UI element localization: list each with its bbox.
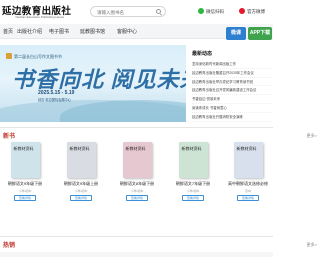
- book-card[interactable]: 新教材资料 朝鲜语文9年级下册 小学/初中 查看详情: [3, 142, 47, 201]
- news-item[interactable]: 书香延边 悦读未来: [192, 95, 271, 104]
- book-cover-title: 新教材资料: [181, 146, 202, 151]
- book-category: 小学/初中: [74, 189, 88, 193]
- app-download-button[interactable]: APP下载: [248, 27, 272, 40]
- book-card[interactable]: 新教材资料 朝鲜语文7年级下册 小学/初中 查看详情: [171, 142, 215, 201]
- banner-location: 延吉·延边国际会展中心: [38, 98, 71, 102]
- news-title: 最新动态: [192, 51, 213, 57]
- publisher-logo-subtitle: Yanbian Education Publishing House: [15, 15, 65, 19]
- search-icon[interactable]: [156, 9, 161, 14]
- nav-item-service[interactable]: 客服中心: [117, 28, 137, 35]
- book-cover[interactable]: 新教材资料: [233, 142, 263, 178]
- nav-item-about[interactable]: 出版社介绍: [17, 28, 42, 35]
- news-panel: 最新动态 坚持深化新时代新闻出版工作 延边教育出版社隆重召开2025年工作会议 …: [192, 50, 271, 122]
- book-card[interactable]: 新教材资料 高中朝鲜语文选修必修 高中 查看详情: [226, 142, 270, 201]
- book-title[interactable]: 朝鲜语文9年级下册: [3, 181, 47, 187]
- book-category: 小学/初中: [186, 189, 200, 193]
- section-title-new: 新书: [3, 134, 16, 140]
- bottom-strip: [0, 252, 273, 257]
- news-item[interactable]: 延边教育出版社隆重召开2025年工作会议: [192, 69, 271, 78]
- section-more-new[interactable]: 更多>: [307, 133, 317, 139]
- search-input[interactable]: [97, 8, 155, 16]
- hero-banner[interactable]: 第二届长白山写作文图书节 书香向北 阅见未来 2025.5.15 - 5.19 …: [0, 45, 186, 122]
- book-card[interactable]: 新教材资料 朝鲜语文8年级下册 小学/初中 查看详情: [115, 142, 159, 201]
- weibo-icon[interactable]: [239, 8, 245, 14]
- nav-item-ebooks[interactable]: 电子图书: [49, 28, 69, 35]
- book-cover-title: 新教材资料: [125, 146, 146, 151]
- book-cover-title: 新教材资料: [13, 146, 34, 151]
- news-item[interactable]: 延边教育出版社召开党风廉政建设工作会议: [192, 86, 271, 96]
- book-detail-button[interactable]: 查看详情: [70, 195, 92, 201]
- top-header: 延边教育出版社 Yanbian Education Publishing Hou…: [0, 0, 273, 24]
- book-title[interactable]: 高中朝鲜语文选修必修: [226, 181, 270, 187]
- nav-item-library[interactable]: 延教图书馆: [80, 28, 105, 35]
- wechat-icon[interactable]: [198, 8, 204, 14]
- book-title[interactable]: 朝鲜语文8年级下册: [115, 181, 159, 187]
- book-cover[interactable]: 新教材资料: [10, 142, 40, 178]
- book-cover[interactable]: 新教材资料: [122, 142, 152, 178]
- news-item[interactable]: 阅读伴成长 书香润童心: [192, 104, 271, 113]
- book-title[interactable]: 朝鲜语文7年级下册: [171, 181, 215, 187]
- weibo-link[interactable]: 官方微博: [247, 9, 265, 15]
- book-detail-button[interactable]: 查看详情: [182, 195, 204, 201]
- banner-festival-label: 第二届长白山写作文图书节: [14, 54, 62, 59]
- banner-date: 2025.5.15 - 5.19: [38, 90, 75, 96]
- book-cover[interactable]: 新教材资料: [66, 142, 96, 178]
- section-divider: [0, 236, 273, 237]
- news-item[interactable]: 延边教育出版社举办党纪学习教育读书班: [192, 78, 271, 87]
- micro-lesson-button[interactable]: 微课: [226, 27, 246, 40]
- nav-item-home[interactable]: 首页: [3, 28, 13, 35]
- book-detail-button[interactable]: 查看详情: [237, 195, 259, 201]
- festival-badge-icon: [6, 53, 12, 59]
- book-cover-title: 新教材资料: [236, 146, 257, 151]
- section-divider: [0, 127, 273, 128]
- news-item[interactable]: 延边教育出版社开展消防安全演练: [192, 113, 271, 122]
- wechat-link[interactable]: 微信扫码: [206, 9, 224, 15]
- book-category: 高中: [244, 189, 251, 193]
- book-cover-title: 新教材资料: [69, 146, 90, 151]
- section-title-hot: 热销: [3, 243, 16, 249]
- book-detail-button[interactable]: 查看详情: [126, 195, 148, 201]
- book-detail-button[interactable]: 查看详情: [14, 195, 36, 201]
- search-box[interactable]: [90, 6, 166, 17]
- book-cover[interactable]: 新教材资料: [178, 142, 208, 178]
- section-more-hot[interactable]: 更多>: [307, 242, 317, 248]
- news-item[interactable]: 坚持深化新时代新闻出版工作: [192, 60, 271, 69]
- book-category: 小学/初中: [18, 189, 32, 193]
- book-title[interactable]: 朝鲜语文9年级上册: [59, 181, 103, 187]
- book-category: 小学/初中: [130, 189, 144, 193]
- book-card[interactable]: 新教材资料 朝鲜语文9年级上册 小学/初中 查看详情: [59, 142, 103, 201]
